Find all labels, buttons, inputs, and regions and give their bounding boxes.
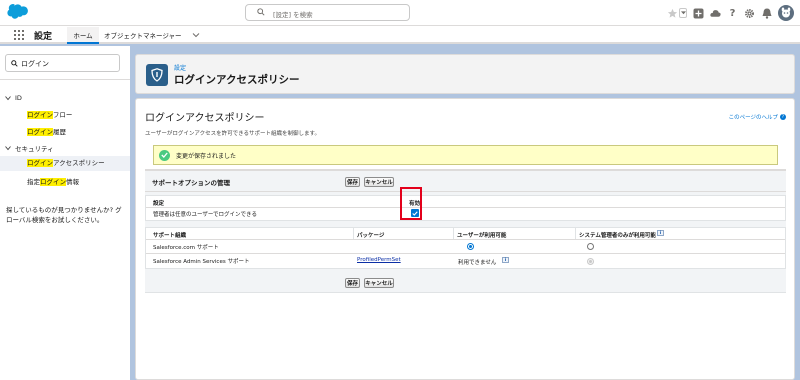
help-question-icon: ? xyxy=(780,114,786,120)
sidebar-item-label-match: ログイン xyxy=(27,128,53,136)
quick-find-value: ログイン xyxy=(21,60,49,68)
sidebar-item-label-prefix: 指定 xyxy=(27,178,40,186)
chevron-down-icon[interactable] xyxy=(192,31,200,39)
table-row-divider xyxy=(146,253,785,254)
global-search-input[interactable]: [設定] を検索 xyxy=(245,4,410,21)
sidebar-item-label-match: ログイン xyxy=(40,178,66,186)
sidebar-item-login-history[interactable]: ログイン履歴 xyxy=(27,126,66,136)
shield-icon xyxy=(146,64,168,86)
tab-home[interactable]: ホーム xyxy=(67,27,99,44)
support-org-name: Salesforce.com サポート xyxy=(153,245,219,251)
chevron-down-icon xyxy=(5,146,11,151)
star-icon[interactable] xyxy=(667,8,678,19)
search-icon xyxy=(11,60,18,67)
support-org-name: Salesforce Admin Services サポート xyxy=(153,259,250,265)
settings-header-divider xyxy=(146,207,785,208)
chevron-down-icon xyxy=(5,96,11,101)
trailhead-icon[interactable] xyxy=(710,8,721,19)
admin-only-radio xyxy=(587,258,594,265)
column-separator xyxy=(453,228,454,239)
setup-sidebar: ログイン ID ログインフロー ログイン履歴 セキュリティ ログインアクセスポリ… xyxy=(0,46,130,380)
astro-avatar-icon xyxy=(781,7,791,18)
info-icon[interactable]: i xyxy=(657,230,664,236)
content-heading: ログインアクセスポリシー xyxy=(145,113,265,124)
settings-column-header: 設定 xyxy=(153,201,165,207)
save-button[interactable]: 保存 xyxy=(345,278,360,288)
sidebar-item-login-flows[interactable]: ログインフロー xyxy=(27,109,72,119)
admin-only-radio[interactable] xyxy=(587,243,594,250)
settings-table: 設定 有効 管理者は任意のユーザーでログインできる xyxy=(145,195,786,221)
support-org-column-header: サポート組織 xyxy=(153,233,187,239)
sidebar-item-designated-login-info[interactable]: 指定ログイン情報 xyxy=(27,176,79,186)
sidebar-item-label-match: ログイン xyxy=(27,159,53,167)
app-navigation-bar: 設定 ホーム オブジェクトマネージャー xyxy=(0,25,800,44)
search-placeholder: [設定] を検索 xyxy=(273,11,313,19)
app-name: 設定 xyxy=(34,32,53,42)
user-available-column-header: ユーザーが利用可能 xyxy=(457,233,507,239)
tree-group-label: ID xyxy=(15,94,22,102)
user-available-radio[interactable] xyxy=(467,243,474,250)
sidebar-item-label-suffix: 履歴 xyxy=(53,128,66,136)
help-link-label: このページのヘルプ xyxy=(728,115,778,121)
sidebar-item-login-access-policies[interactable]: ログインアクセスポリシー xyxy=(0,156,130,171)
sidebar-item-label-suffix: フロー xyxy=(52,111,73,119)
sidebar-divider xyxy=(0,79,130,80)
success-message-text: 変更が保存されました xyxy=(176,152,237,160)
tab-object-manager[interactable]: オブジェクトマネージャー xyxy=(104,30,182,40)
favorites-dropdown[interactable] xyxy=(679,8,687,18)
save-button[interactable]: 保存 xyxy=(345,177,360,187)
support-header-divider xyxy=(146,239,785,240)
package-link[interactable]: ProfiledPermSet xyxy=(357,257,401,263)
page-header: 設定 ログインアクセスポリシー xyxy=(135,54,795,94)
chevron-down-icon xyxy=(680,11,686,15)
column-separator xyxy=(353,228,354,239)
info-icon[interactable]: i xyxy=(502,257,509,263)
tree-group-label: セキュリティ xyxy=(15,145,54,153)
column-separator xyxy=(575,228,576,239)
quick-find-input[interactable]: ログイン xyxy=(5,54,120,72)
cancel-button[interactable]: キャンセル xyxy=(364,278,394,288)
sidebar-item-label-suffix: アクセスポリシー xyxy=(53,159,105,167)
sidebar-item-label-match: ログイン xyxy=(27,111,53,119)
header-utility-icons: ? xyxy=(667,4,794,22)
support-options-panel: サポートオプションの管理 保存 キャンセル 設定 有効 管理者は任意のユーザーで… xyxy=(145,169,786,293)
success-message: 変更が保存されました xyxy=(153,145,778,165)
user-avatar[interactable] xyxy=(778,5,794,21)
search-icon xyxy=(257,8,265,16)
checkmark-success-icon xyxy=(159,149,170,161)
tree-group-security[interactable]: セキュリティ xyxy=(5,143,54,153)
highlight-box xyxy=(400,187,422,220)
page-description: ユーザーがログインアクセスを許可できるサポート組織を制御します。 xyxy=(145,131,320,137)
cancel-button[interactable]: キャンセル xyxy=(364,177,394,187)
salesforce-cloud-logo[interactable] xyxy=(6,4,28,20)
admin-only-column-header: システム管理者のみが利用可能 xyxy=(579,233,656,239)
gear-icon[interactable] xyxy=(744,8,755,19)
breadcrumb: 設定 xyxy=(174,65,187,72)
app-launcher-icon[interactable] xyxy=(14,30,24,40)
notifications-bell-icon[interactable] xyxy=(761,8,772,19)
help-link[interactable]: このページのヘルプ ? xyxy=(729,113,786,121)
support-org-table: サポート組織 パッケージ ユーザーが利用可能 システム管理者のみが利用可能 i … xyxy=(145,227,786,269)
tree-group-id[interactable]: ID xyxy=(5,94,22,102)
panel-divider xyxy=(145,191,786,192)
help-icon[interactable]: ? xyxy=(727,8,738,19)
unavailable-text: 利用できません xyxy=(458,260,497,266)
page-title: ログインアクセスポリシー xyxy=(174,74,300,86)
panel-title: サポートオプションの管理 xyxy=(152,179,230,187)
add-icon[interactable] xyxy=(693,8,704,19)
package-column-header: パッケージ xyxy=(357,233,385,239)
admin-login-setting-label: 管理者は任意のユーザーでログインできる xyxy=(153,212,257,218)
sidebar-item-label-suffix: 情報 xyxy=(66,178,79,186)
main-content: ログインアクセスポリシー このページのヘルプ ? ユーザーがログインアクセスを許… xyxy=(135,98,795,380)
global-header: [設定] を検索 ? xyxy=(0,0,800,25)
favorites-control[interactable] xyxy=(667,8,687,19)
global-search-hint: 探しているものが見つかりませんか? グローバル検索をお試しください。 xyxy=(6,206,122,224)
